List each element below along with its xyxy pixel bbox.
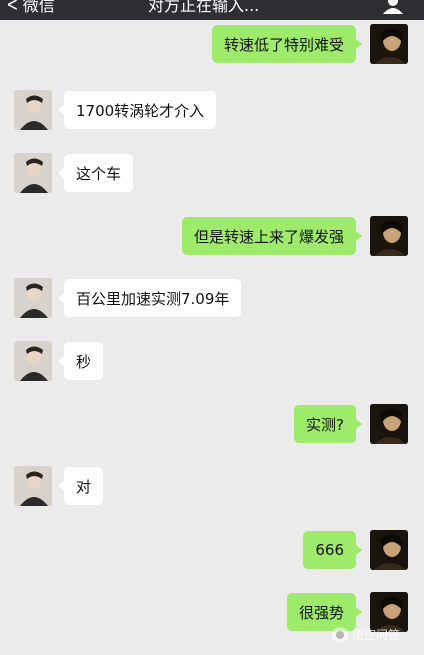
back-button[interactable]: < 微信 [4,0,55,16]
message-bubble[interactable]: 但是转速上来了爆发强 [181,217,363,255]
avatar[interactable] [14,466,52,506]
message-row: 实测? [0,404,424,448]
message-bubble[interactable]: 666 [303,531,362,569]
message-bubble[interactable]: 百公里加速实测7.09年 [57,279,242,317]
watermark-text: 悟空问答 [352,628,401,642]
message-bubble[interactable]: 转速低了特别难受 [211,25,363,63]
message-row: 对 [0,466,424,510]
avatar[interactable] [370,530,408,570]
message-row: 但是转速上来了爆发强 [0,216,424,260]
message-bubble[interactable]: 对 [57,467,104,505]
message-row: 这个车 [0,153,424,197]
avatar[interactable] [370,216,408,256]
message-row: 百公里加速实测7.09年 [0,278,424,322]
message-row: 秒 [0,341,424,385]
message-bubble[interactable]: 这个车 [57,154,134,192]
avatar[interactable] [14,90,52,130]
message-bubble[interactable]: 1700转涡轮才介入 [57,91,217,129]
message-row: 666 [0,530,424,574]
chevron-left-icon: < [6,0,19,16]
chat-title: 对方正在输入... [148,0,260,15]
avatar[interactable] [370,404,408,444]
wukong-logo-icon [332,626,348,643]
message-bubble[interactable]: 实测? [294,405,362,443]
message-row: 1700转涡轮才介入 [0,90,424,134]
message-row: 转速低了特别难受 [0,24,424,68]
title-bar: < 微信 对方正在输入... [0,0,424,20]
avatar[interactable] [14,153,52,193]
avatar[interactable] [370,24,408,64]
message-bubble[interactable]: 秒 [57,342,104,380]
avatar[interactable] [14,278,52,318]
back-label: 微信 [22,0,55,15]
watermark: 悟空问答 [332,626,400,643]
avatar[interactable] [14,341,52,381]
chat-area: 转速低了特别难受 1700转涡轮才介入 这个车 但是转速上来了爆发强 百公里加速… [0,20,424,655]
person-icon[interactable] [382,0,404,14]
